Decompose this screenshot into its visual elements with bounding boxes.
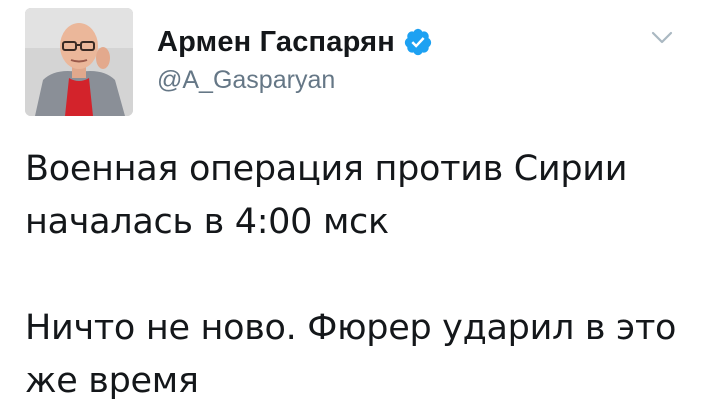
chevron-down-icon[interactable] — [648, 28, 676, 48]
tweet-line: началась в 4:00 мск — [25, 202, 389, 242]
author-block: Армен Гаспарян @A_Gasparyan — [157, 22, 433, 95]
tweet-line: Ничто не ново. Фюрер ударил в это — [25, 308, 677, 348]
tweet-paragraph: Военная операция против Сирии началась в… — [25, 143, 705, 249]
tweet: Армен Гаспарян @A_Gasparyan Военная опер… — [0, 0, 720, 412]
tweet-text: Военная операция против Сирии началась в… — [25, 143, 705, 408]
verified-badge-icon — [403, 27, 433, 57]
name-row: Армен Гаспарян — [157, 22, 433, 62]
tweet-line: же время — [25, 361, 199, 401]
tweet-line: Военная операция против Сирии — [25, 149, 628, 189]
avatar[interactable] — [25, 8, 133, 116]
user-handle[interactable]: @A_Gasparyan — [157, 66, 433, 95]
display-name[interactable]: Армен Гаспарян — [157, 26, 395, 59]
tweet-paragraph: Ничто не ново. Фюрер ударил в это же вре… — [25, 302, 705, 408]
